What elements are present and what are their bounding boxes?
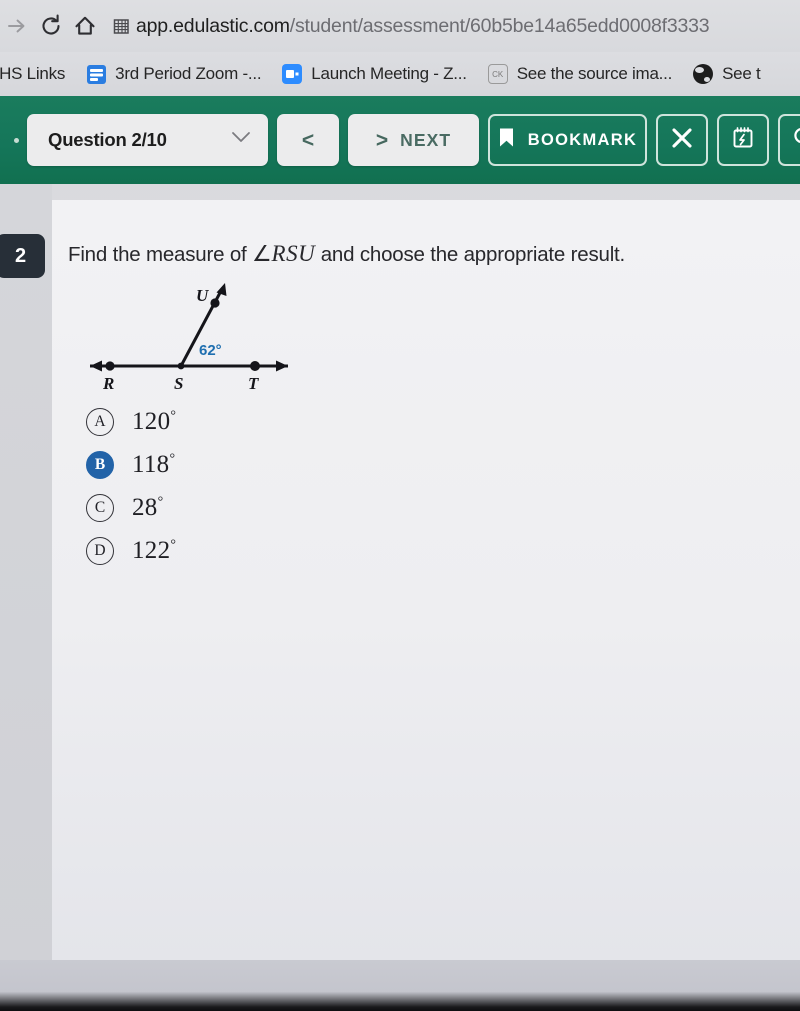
url-text: app.edulastic.com/student/assessment/60b… (136, 14, 710, 38)
globe-icon (692, 63, 714, 85)
prompt-after: and choose the appropriate result. (315, 243, 626, 266)
option-letter-d[interactable]: D (86, 536, 114, 565)
reload-button[interactable] (34, 9, 68, 43)
prompt-before: Find the measure of (68, 243, 253, 266)
angle-diagram: R S T U 62° (70, 272, 305, 402)
svg-text:T: T (248, 374, 259, 393)
url-path: /student/assessment/60b5be14a65edd0008f3… (289, 14, 710, 37)
bookmark-label: See t (722, 64, 761, 83)
angle-measure-label: 62° (199, 342, 222, 359)
answer-option-d[interactable]: D 122° (86, 529, 176, 572)
home-button[interactable] (68, 9, 102, 43)
option-number: 28 (132, 493, 158, 521)
reload-icon (38, 13, 64, 39)
bookmark-label: Launch Meeting - Z... (311, 64, 467, 83)
option-number: 120 (132, 407, 171, 435)
option-letter-b[interactable]: B (86, 450, 114, 479)
arrow-right-icon (4, 13, 30, 39)
option-value-a: 120° (132, 408, 176, 436)
url-host: app.edulastic.com (136, 14, 290, 37)
close-button[interactable] (656, 114, 708, 166)
screenshot-root: app.edulastic.com/student/assessment/60b… (0, 0, 800, 1011)
option-number: 118 (132, 450, 170, 478)
bookmark-phs-links[interactable]: PHS Links (0, 64, 65, 84)
answer-option-a[interactable]: A 120° (86, 400, 176, 443)
angle-name: RSU (271, 241, 316, 266)
bookmark-label: 3rd Period Zoom -... (115, 64, 262, 83)
option-value-d: 122° (132, 537, 176, 565)
notepad-button[interactable] (717, 114, 769, 166)
svg-text:S: S (174, 374, 183, 393)
chevron-down-icon (231, 131, 251, 149)
bookmark-icon (498, 127, 515, 153)
bookmark-launch-meeting[interactable]: Launch Meeting - Z... (281, 63, 467, 85)
assessment-toolbar: Question 2/10 < > NEXT BOOKMARK (0, 96, 800, 184)
degree-symbol: ° (157, 494, 164, 510)
option-value-c: 28° (132, 494, 164, 522)
bookmark-see-the-source-image[interactable]: CK See the source ima... (487, 63, 672, 85)
bookmark-3rd-period-zoom[interactable]: 3rd Period Zoom -... (85, 63, 262, 85)
home-icon (72, 13, 98, 39)
degree-symbol: ° (170, 408, 177, 424)
option-letter-c[interactable]: C (86, 493, 114, 522)
question-prompt: Find the measure of ∠RSU and choose the … (68, 241, 625, 267)
degree-symbol: ° (170, 537, 177, 553)
option-value-b: 118° (132, 451, 175, 479)
next-question-button[interactable]: > NEXT (348, 114, 479, 166)
bookmark-label: See the source ima... (516, 64, 673, 83)
page-left-margin (0, 184, 52, 974)
question-selector-label: Question 2/10 (48, 129, 167, 150)
close-x-icon (669, 125, 695, 156)
next-label: NEXT (400, 129, 452, 150)
previous-chevron-icon: < (301, 128, 315, 152)
forward-button[interactable] (0, 9, 34, 43)
browser-toolbar: app.edulastic.com/student/assessment/60b… (0, 0, 800, 52)
svg-text:U: U (196, 286, 209, 305)
option-number: 122 (132, 536, 171, 564)
building-grid-icon (108, 17, 134, 36)
angle-symbol: ∠ (252, 241, 272, 266)
zoom-camera-icon (281, 63, 303, 85)
bookmark-button[interactable]: BOOKMARK (488, 114, 647, 166)
ck-hex-icon: CK (487, 63, 509, 85)
degree-symbol: ° (169, 451, 176, 467)
answer-options-list: A 120° B 118° C 28° D 122° (86, 400, 176, 572)
bookmark-label: BOOKMARK (527, 130, 638, 149)
magnifier-icon (790, 124, 800, 157)
bookmark-see-t[interactable]: See t (692, 63, 761, 85)
option-letter-a[interactable]: A (86, 407, 114, 436)
zoom-doc-icon (85, 63, 107, 85)
answer-option-c[interactable]: C 28° (86, 486, 176, 529)
question-selector-dropdown[interactable]: Question 2/10 (27, 114, 268, 166)
next-chevron-icon: > (375, 128, 389, 152)
question-number-badge: 2 (0, 234, 45, 278)
search-button[interactable] (778, 114, 800, 166)
bookmarks-bar: PHS Links 3rd Period Zoom -... Launch Me… (0, 52, 800, 96)
svg-text:R: R (102, 374, 114, 393)
screen-bottom-edge (0, 960, 800, 1011)
answer-option-b[interactable]: B 118° (86, 443, 176, 486)
bookmark-label: PHS Links (0, 64, 66, 83)
address-bar[interactable]: app.edulastic.com/student/assessment/60b… (108, 9, 800, 43)
previous-question-button[interactable]: < (277, 114, 339, 166)
notepad-icon (730, 125, 756, 156)
toolbar-left-dot (14, 138, 19, 143)
